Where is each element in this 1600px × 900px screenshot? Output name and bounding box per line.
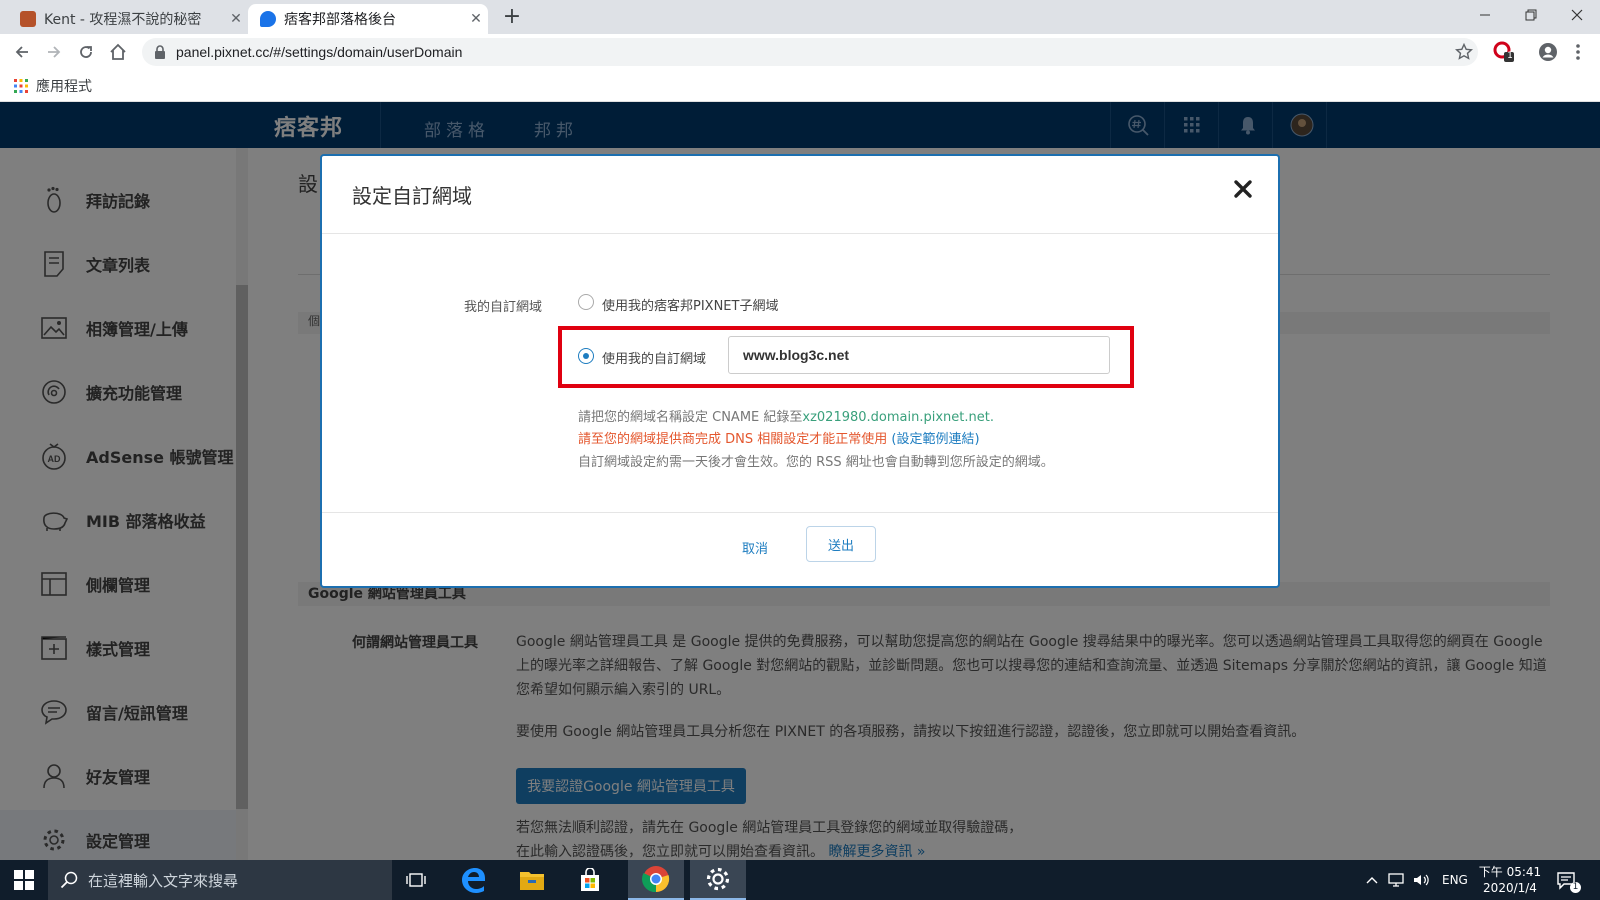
apps-grid-icon[interactable] bbox=[14, 78, 28, 93]
cname-hint: 請把您的網域名稱設定 CNAME 紀錄至xz021980.domain.pixn… bbox=[578, 406, 994, 425]
close-icon bbox=[1234, 180, 1252, 198]
close-dialog-button[interactable] bbox=[1228, 174, 1258, 204]
more-vert-icon bbox=[1576, 44, 1580, 60]
windows-taskbar: 在這裡輸入文字來搜尋 ENG 下午 05:41 2020/1/4 1 bbox=[0, 860, 1600, 900]
volume-icon[interactable] bbox=[1412, 860, 1430, 900]
dns-hint: 請至您的網域提供商完成 DNS 相關設定才能正常使用 (設定範例連結) bbox=[578, 428, 980, 447]
new-tab-button[interactable]: + bbox=[500, 6, 524, 30]
extension-badge: 1 bbox=[1507, 51, 1513, 61]
browser-tab-strip: Kent - 攻程濕不說的秘密 ✕ 痞客邦部落格後台 ✕ + bbox=[0, 0, 1600, 34]
custom-domain-input[interactable] bbox=[728, 336, 1110, 374]
minimize-icon bbox=[1480, 14, 1490, 16]
dialog-title: 設定自訂網域 bbox=[352, 184, 472, 208]
store-icon[interactable] bbox=[566, 860, 614, 900]
restore-button[interactable] bbox=[1508, 0, 1554, 30]
domain-field-label: 我的自訂網域 bbox=[464, 300, 543, 315]
close-window-button[interactable] bbox=[1554, 0, 1600, 30]
file-explorer-icon[interactable] bbox=[508, 860, 556, 900]
delay-hint: 自訂網域設定約需一天後才會生效。您的 RSS 網址也會自動轉到您所設定的網域。 bbox=[578, 455, 1054, 470]
back-button[interactable] bbox=[10, 40, 34, 64]
restore-icon bbox=[1525, 9, 1537, 21]
taskbar-search-placeholder: 在這裡輸入文字來搜尋 bbox=[88, 871, 239, 890]
blog-favicon bbox=[20, 11, 36, 27]
notification-center-icon[interactable]: 1 bbox=[1556, 860, 1581, 900]
chrome-icon[interactable] bbox=[628, 860, 684, 900]
close-tab-icon[interactable]: ✕ bbox=[464, 11, 488, 27]
dialog-footer-divider bbox=[322, 512, 1278, 513]
close-tab-icon[interactable]: ✕ bbox=[224, 11, 248, 27]
url-text: panel.pixnet.cc/#/settings/domain/userDo… bbox=[176, 44, 463, 60]
browser-toolbar: panel.pixnet.cc/#/settings/domain/userDo… bbox=[0, 34, 1600, 70]
cancel-button[interactable]: 取消 bbox=[730, 530, 780, 564]
clock-time: 下午 05:41 bbox=[1478, 865, 1542, 879]
forward-button[interactable] bbox=[42, 40, 66, 64]
notification-count: 1 bbox=[1570, 882, 1581, 893]
arrow-right-icon bbox=[48, 46, 61, 58]
cname-hint-text: 請把您的網域名稱設定 CNAME 紀錄至 bbox=[578, 410, 803, 425]
submit-button[interactable]: 送出 bbox=[806, 526, 876, 562]
browser-tab-kent[interactable]: Kent - 攻程濕不說的秘密 ✕ bbox=[8, 4, 248, 34]
arrow-left-icon bbox=[15, 46, 28, 58]
bookmarks-bar: 應用程式 bbox=[0, 70, 1600, 102]
profile-button[interactable] bbox=[1536, 40, 1560, 64]
dialog-header: 設定自訂網域 bbox=[322, 156, 1278, 234]
close-icon bbox=[1571, 9, 1583, 21]
tray-chevron-up-icon[interactable] bbox=[1366, 860, 1378, 900]
custom-domain-dialog: 設定自訂網域 我的自訂網域 使用我的痞客邦PIXNET子網域 使用我的自訂網域 … bbox=[320, 154, 1280, 588]
language-indicator[interactable]: ENG bbox=[1442, 860, 1468, 900]
bookmark-star-button[interactable] bbox=[1452, 40, 1476, 64]
start-button[interactable] bbox=[0, 860, 48, 900]
cname-target: xz021980.domain.pixnet.net. bbox=[802, 410, 994, 425]
dns-example-link[interactable]: (設定範例連結) bbox=[891, 432, 979, 447]
tab-title: 痞客邦部落格後台 bbox=[284, 12, 396, 28]
dns-hint-text: 請至您的網域提供商完成 DNS 相關設定才能正常使用 bbox=[578, 432, 888, 447]
settings-icon[interactable] bbox=[690, 860, 746, 900]
minimize-button[interactable] bbox=[1462, 0, 1508, 30]
option-pixnet-label[interactable]: 使用我的痞客邦PIXNET子網域 bbox=[602, 295, 778, 314]
apps-bookmark[interactable]: 應用程式 bbox=[36, 76, 92, 96]
network-icon[interactable] bbox=[1386, 860, 1404, 900]
clock-date: 2020/1/4 bbox=[1483, 881, 1537, 895]
home-icon bbox=[110, 43, 126, 60]
tab-title: Kent - 攻程濕不說的秘密 bbox=[44, 12, 202, 28]
home-button[interactable] bbox=[106, 40, 130, 64]
search-icon bbox=[60, 871, 78, 889]
windows-logo-icon bbox=[14, 870, 34, 890]
radio-custom-domain[interactable] bbox=[578, 348, 594, 364]
browser-tab-pixnet[interactable]: 痞客邦部落格後台 ✕ bbox=[248, 4, 488, 34]
taskbar-search[interactable]: 在這裡輸入文字來搜尋 bbox=[48, 860, 392, 900]
account-icon bbox=[1539, 43, 1557, 61]
extension-button[interactable]: 1 bbox=[1492, 40, 1516, 64]
browser-menu-button[interactable] bbox=[1566, 40, 1590, 64]
radio-pixnet-subdomain[interactable] bbox=[578, 294, 594, 310]
star-icon bbox=[1455, 43, 1473, 60]
pixnet-favicon bbox=[260, 11, 276, 27]
lock-icon bbox=[155, 45, 165, 59]
taskbar-clock[interactable]: 下午 05:41 2020/1/4 bbox=[1470, 864, 1550, 896]
edge-icon[interactable] bbox=[450, 860, 498, 900]
option-custom-label[interactable]: 使用我的自訂網域 bbox=[602, 348, 706, 367]
address-bar[interactable]: panel.pixnet.cc/#/settings/domain/userDo… bbox=[142, 38, 1478, 66]
reload-button[interactable] bbox=[74, 40, 98, 64]
reload-icon bbox=[80, 46, 92, 58]
task-view-icon[interactable] bbox=[392, 860, 440, 900]
